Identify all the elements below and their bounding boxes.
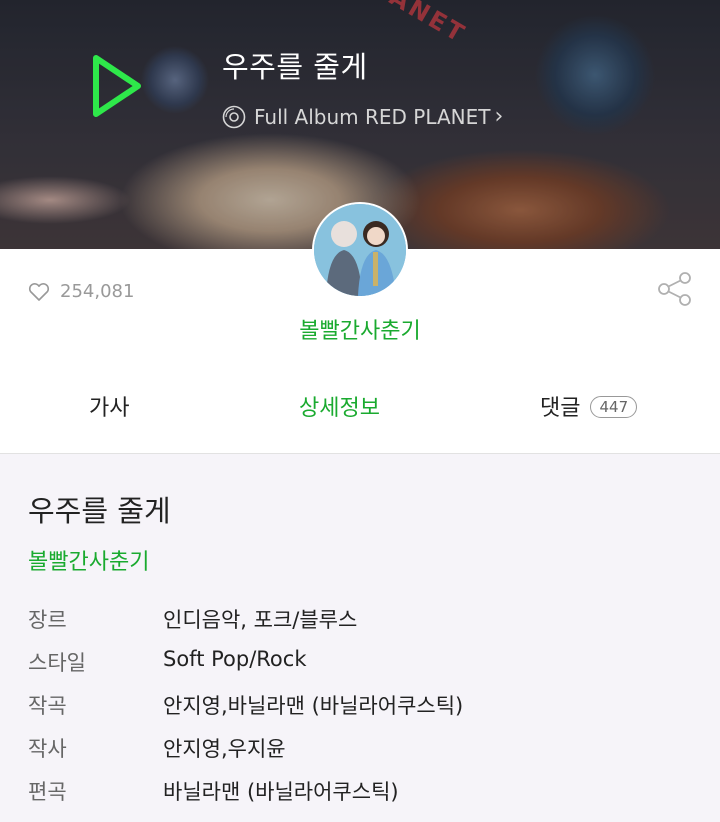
info-row-genre: 장르 인디음악, 포크/블루스	[28, 604, 463, 647]
like-button[interactable]: 254,081	[28, 281, 134, 302]
artist-photo	[314, 204, 406, 296]
heart-icon	[28, 282, 50, 301]
info-value: Soft Pop/Rock	[163, 647, 307, 671]
play-icon[interactable]	[88, 52, 144, 120]
info-value: 바닐라맨 (바닐라어쿠스틱)	[163, 780, 399, 804]
info-value: 안지영,우지윤	[163, 737, 286, 761]
tab-details[interactable]: 상세정보	[299, 390, 380, 422]
info-key: 작사	[28, 737, 67, 761]
artist-avatar[interactable]	[312, 202, 408, 298]
info-row-arranger: 편곡 바닐라맨 (바닐라어쿠스틱)	[28, 776, 463, 819]
share-icon[interactable]	[656, 270, 694, 308]
tab-lyrics[interactable]: 가사	[89, 390, 129, 422]
song-title: 우주를 줄게	[222, 50, 368, 84]
info-row-lyricist: 작사 안지영,우지윤	[28, 733, 463, 776]
chevron-right-icon: ›	[494, 104, 504, 129]
like-count: 254,081	[60, 281, 135, 302]
details-song-title: 우주를 줄게	[28, 494, 171, 528]
comment-count-badge: 447	[590, 396, 638, 418]
tab-bar: 가사 상세정보 댓글 447	[0, 390, 720, 428]
info-key: 장르	[28, 608, 67, 632]
info-row-style: 스타일 Soft Pop/Rock	[28, 647, 463, 690]
album-label: Full Album RED PLANET	[254, 104, 491, 129]
info-row-composer: 작곡 안지영,바닐라맨 (바닐라어쿠스틱)	[28, 690, 463, 733]
info-key: 편곡	[28, 780, 67, 804]
details-artist-link[interactable]: 볼빨간사춘기	[28, 544, 149, 576]
info-key: 작곡	[28, 694, 67, 718]
album-link[interactable]: Full Album RED PLANET ›	[222, 104, 503, 129]
tab-comments[interactable]: 댓글 447	[540, 390, 638, 422]
tab-comments-label: 댓글	[540, 396, 581, 421]
info-list: 장르 인디음악, 포크/블루스 스타일 Soft Pop/Rock 작곡 안지영…	[28, 604, 463, 819]
info-value: 인디음악, 포크/블루스	[163, 608, 358, 632]
info-key: 스타일	[28, 651, 86, 675]
disc-icon	[222, 105, 246, 128]
artist-name-link[interactable]: 볼빨간사춘기	[0, 313, 720, 345]
info-value: 안지영,바닐라맨 (바닐라어쿠스틱)	[163, 694, 464, 718]
